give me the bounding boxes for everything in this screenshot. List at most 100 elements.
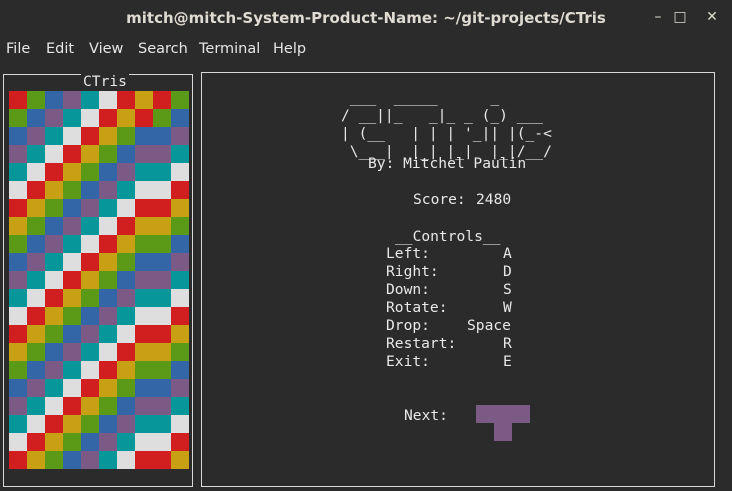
board-cell: [45, 361, 63, 379]
board-cell: [9, 325, 27, 343]
board-cell: [45, 325, 63, 343]
close-icon[interactable]: ✕: [704, 9, 720, 25]
board-cell: [27, 325, 45, 343]
board-cell: [45, 199, 63, 217]
board-cell: [81, 253, 99, 271]
board-cell: [81, 181, 99, 199]
board-cell: [63, 199, 81, 217]
board-cell: [81, 127, 99, 145]
board-cell: [81, 235, 99, 253]
menu-bar: File Edit View Search Terminal Help: [0, 36, 732, 64]
board-cell: [9, 271, 27, 289]
board-cell: [9, 109, 27, 127]
board-cell: [81, 325, 99, 343]
board-cell: [9, 307, 27, 325]
board-cell: [171, 199, 189, 217]
board-cell: [81, 289, 99, 307]
board-cell: [153, 307, 171, 325]
board-cell: [153, 199, 171, 217]
menu-terminal[interactable]: Terminal: [199, 41, 260, 57]
board-cell: [171, 181, 189, 199]
board-cell: [45, 109, 63, 127]
board-cell: [117, 145, 135, 163]
board-cell: [63, 307, 81, 325]
board-cell: [63, 217, 81, 235]
board-cell: [153, 127, 171, 145]
board-cell: [153, 163, 171, 181]
menu-view[interactable]: View: [89, 41, 123, 57]
board-cell: [63, 451, 81, 469]
board-cell: [99, 451, 117, 469]
board-cell: [45, 289, 63, 307]
board-cell: [117, 199, 135, 217]
board-cell: [153, 379, 171, 397]
board-cell: [153, 289, 171, 307]
board-cell: [135, 361, 153, 379]
board-cell: [45, 397, 63, 415]
board-cell: [117, 127, 135, 145]
board-cell: [135, 271, 153, 289]
board-cell: [9, 253, 27, 271]
board-cell: [45, 343, 63, 361]
next-label: Next:: [404, 407, 448, 424]
control-action: Left:: [386, 245, 430, 262]
board-cell: [45, 253, 63, 271]
board-cell: [117, 181, 135, 199]
board-cell: [117, 289, 135, 307]
logo-line: / __||_ _|_ _ (_) ___: [341, 107, 544, 124]
board-cell: [81, 217, 99, 235]
board-cell: [99, 289, 117, 307]
maximize-icon[interactable]: □: [672, 9, 688, 25]
board-cell: [45, 91, 63, 109]
board-cell: [117, 451, 135, 469]
board-cell: [9, 127, 27, 145]
board-cell: [99, 343, 117, 361]
board-cell: [81, 433, 99, 451]
board-cell: [135, 163, 153, 181]
board-cell: [27, 415, 45, 433]
board-cell: [45, 145, 63, 163]
board-cell: [171, 343, 189, 361]
board-cell: [27, 433, 45, 451]
board-cell: [9, 181, 27, 199]
board-cell: [63, 109, 81, 127]
board-cell: [171, 325, 189, 343]
board-cell: [171, 361, 189, 379]
board-cell: [63, 91, 81, 109]
board-cell: [153, 235, 171, 253]
board-cell: [153, 397, 171, 415]
board-cell: [153, 109, 171, 127]
menu-help[interactable]: Help: [273, 41, 306, 57]
board-cell: [45, 415, 63, 433]
board-cells: [9, 91, 189, 469]
board-cell: [135, 343, 153, 361]
board-cell: [99, 91, 117, 109]
score-value: 2480: [476, 191, 512, 208]
board-cell: [63, 271, 81, 289]
board-cell: [117, 217, 135, 235]
menu-edit[interactable]: Edit: [46, 41, 74, 57]
info-panel: ___ _____ _ / __||_ _|_ _ (_) ___ | (__ …: [201, 72, 715, 487]
board-cell: [117, 271, 135, 289]
menu-search[interactable]: Search: [138, 41, 188, 57]
board-cell: [81, 379, 99, 397]
board-cell: [135, 145, 153, 163]
menu-file[interactable]: File: [6, 41, 30, 57]
board-cell: [9, 199, 27, 217]
board-cell: [117, 379, 135, 397]
board-cell: [171, 271, 189, 289]
board-cell: [81, 415, 99, 433]
board-cell: [135, 199, 153, 217]
board-cell: [153, 433, 171, 451]
board-cell: [81, 307, 99, 325]
window-title: mitch@mitch-System-Product-Name: ~/git-p…: [126, 9, 606, 27]
terminal-area[interactable]: CTris ___ _____ _ / __||_ _|_ _ (_) ___ …: [0, 64, 732, 491]
board-cell: [27, 217, 45, 235]
minimize-icon[interactable]: –: [650, 9, 666, 25]
board-cell: [171, 127, 189, 145]
board-cell: [117, 109, 135, 127]
board-cell: [27, 163, 45, 181]
board-cell: [171, 307, 189, 325]
board-cell: [99, 235, 117, 253]
board-cell: [9, 145, 27, 163]
